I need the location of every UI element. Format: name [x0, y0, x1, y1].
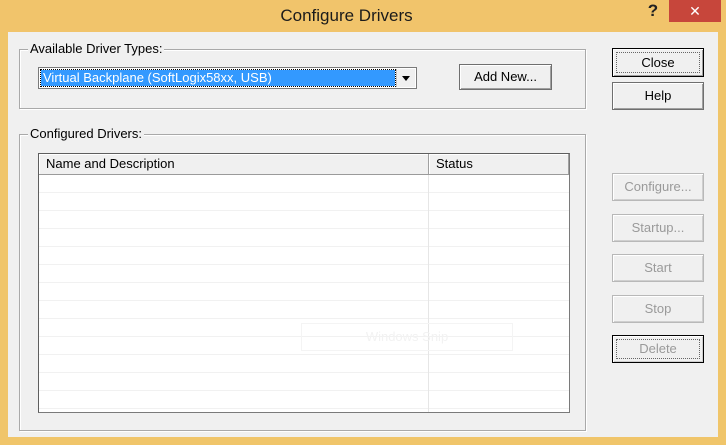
startup-button[interactable]: Startup...: [612, 214, 704, 242]
list-header: Name and Description Status: [39, 154, 569, 175]
configured-drivers-list[interactable]: Name and Description Status: [38, 153, 570, 413]
delete-button-label: Delete: [639, 341, 677, 356]
chevron-down-icon[interactable]: [396, 69, 415, 87]
title-bar[interactable]: Configure Drivers ? ✕: [0, 0, 726, 32]
column-header-status[interactable]: Status: [429, 154, 569, 174]
configure-button[interactable]: Configure...: [612, 173, 704, 201]
start-button-label: Start: [644, 260, 672, 275]
start-button[interactable]: Start: [612, 254, 704, 282]
window-close-button[interactable]: ✕: [669, 0, 721, 22]
column-divider: [428, 175, 429, 412]
close-button-label: Close: [641, 55, 675, 70]
faint-watermark: Windows Snip: [301, 323, 513, 351]
configure-button-label: Configure...: [624, 179, 692, 194]
help-icon[interactable]: ?: [640, 0, 666, 24]
available-driver-types-label: Available Driver Types:: [28, 41, 165, 56]
startup-button-label: Startup...: [631, 220, 685, 235]
delete-button[interactable]: Delete: [612, 335, 704, 363]
help-button-label: Help: [644, 88, 672, 103]
list-body[interactable]: [39, 175, 569, 412]
help-button[interactable]: Help: [612, 82, 704, 110]
add-new-button-label: Add New...: [474, 69, 537, 84]
column-header-name[interactable]: Name and Description: [39, 154, 429, 174]
driver-type-selected-value: Virtual Backplane (SoftLogix58xx, USB): [40, 69, 396, 87]
add-new-button[interactable]: Add New...: [459, 64, 552, 90]
driver-type-dropdown[interactable]: Virtual Backplane (SoftLogix58xx, USB): [38, 67, 417, 89]
stop-button-label: Stop: [644, 301, 672, 316]
stop-button[interactable]: Stop: [612, 295, 704, 323]
close-button[interactable]: Close: [612, 48, 704, 77]
window-title: Configure Drivers: [280, 6, 413, 25]
configured-drivers-label: Configured Drivers:: [28, 126, 144, 141]
